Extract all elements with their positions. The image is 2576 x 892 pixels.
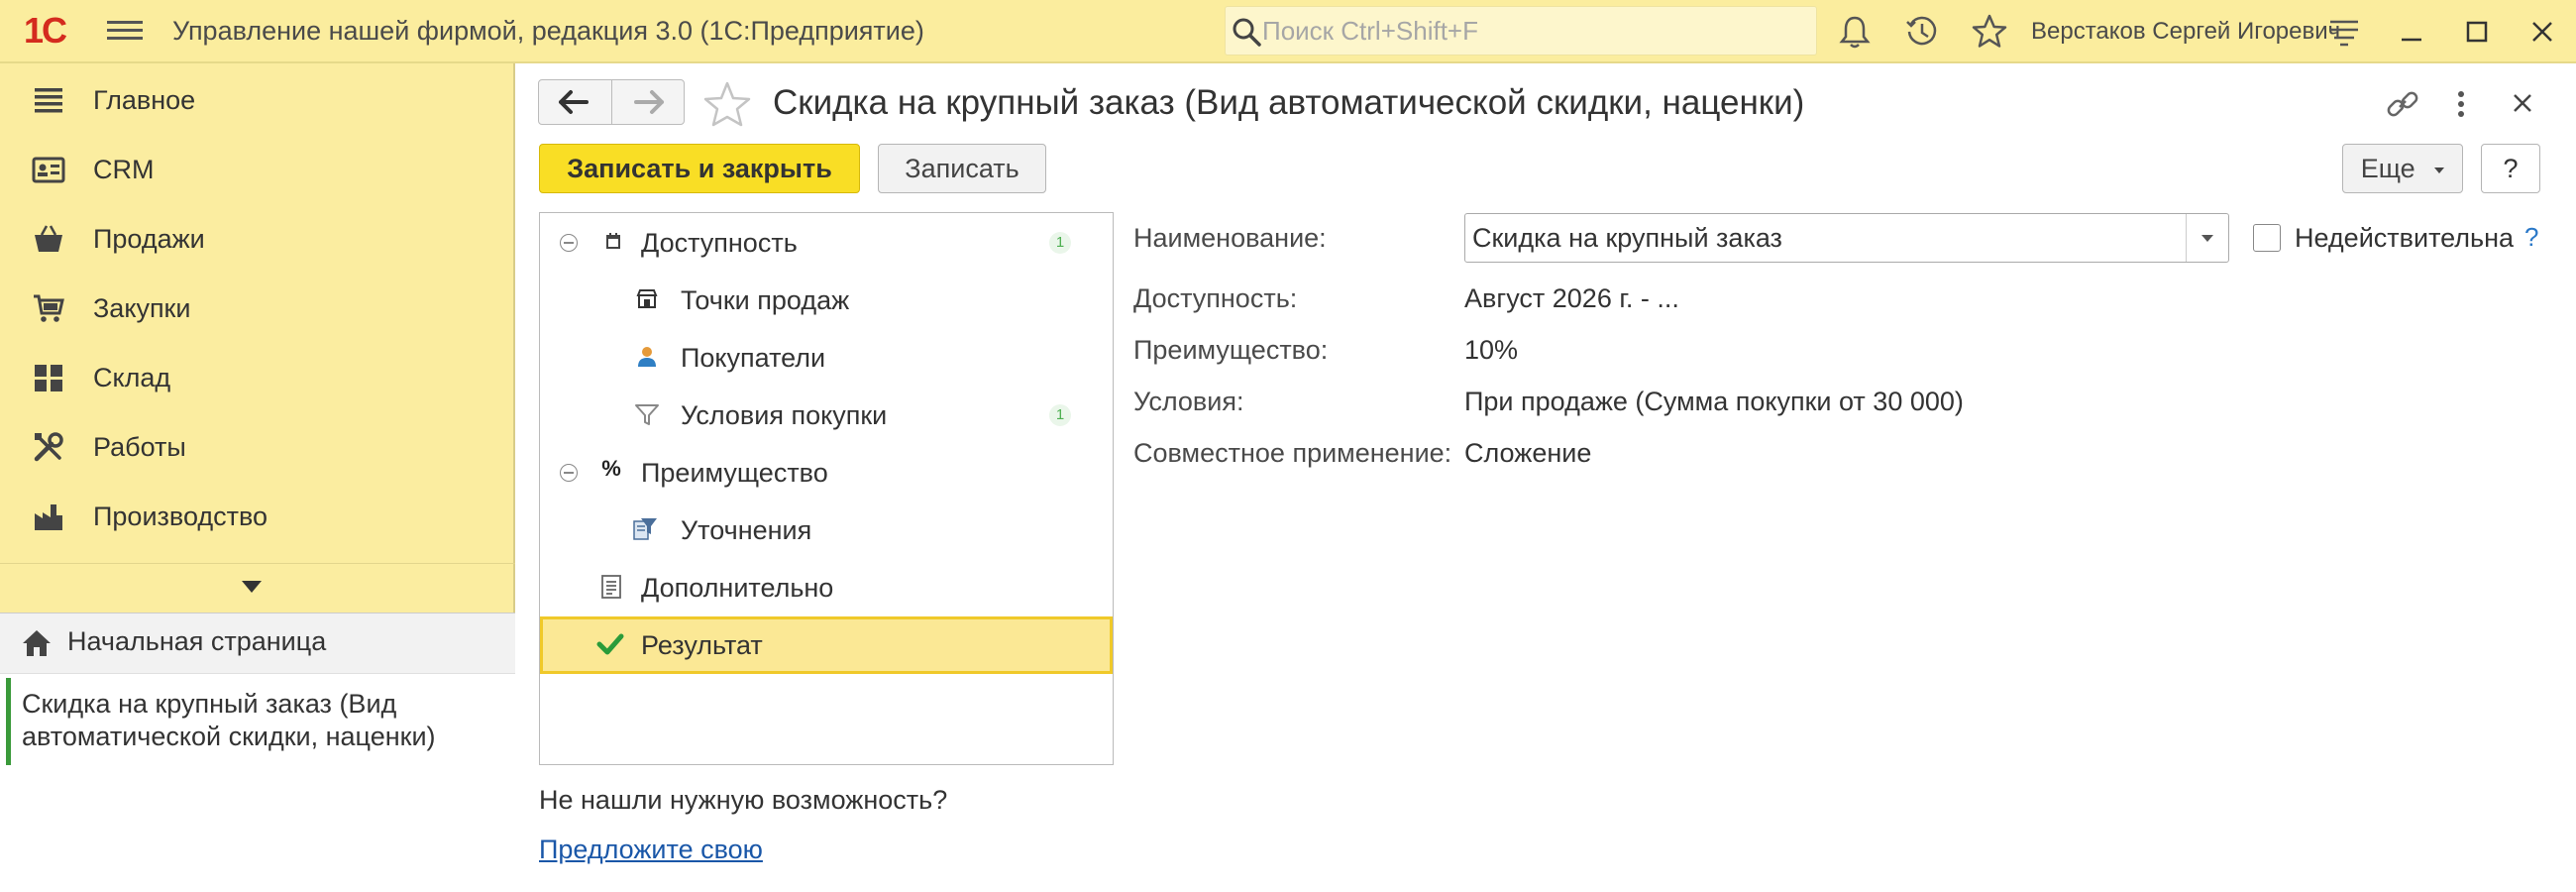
search-icon[interactable] xyxy=(1229,14,1264,50)
name-label: Наименование: xyxy=(1133,223,1327,253)
tree-item-result[interactable]: Результат xyxy=(540,616,1113,674)
conditions-label: Условия: xyxy=(1133,387,1244,416)
count-badge: 1 xyxy=(1049,232,1071,254)
tree-item-label: Дополнительно xyxy=(641,573,834,603)
minimize-icon[interactable] xyxy=(2392,12,2431,52)
availability-value: Август 2026 г. - ... xyxy=(1464,283,1679,313)
sidebar-item-main[interactable]: Главное xyxy=(0,65,515,135)
favorites-star-icon[interactable] xyxy=(1970,12,2009,52)
collapse-icon[interactable] xyxy=(560,464,578,482)
close-window-icon[interactable] xyxy=(2522,12,2562,52)
more-actions-button[interactable]: Еще xyxy=(2342,144,2463,193)
form-title: Скидка на крупный заказ (Вид автоматичес… xyxy=(773,83,1805,122)
back-arrow-icon[interactable] xyxy=(557,87,592,117)
sidebar-item-production[interactable]: Производство xyxy=(0,482,515,551)
calendar-icon xyxy=(606,233,620,249)
availability-label: Доступность: xyxy=(1133,283,1298,313)
dropdown-arrow-icon xyxy=(2201,235,2213,242)
tree-item-label: Уточнения xyxy=(681,515,812,545)
list-icon xyxy=(35,88,62,113)
forward-arrow-icon[interactable] xyxy=(630,87,666,117)
joint-application-value: Сложение xyxy=(1464,438,1592,468)
tree-item-points-of-sale[interactable]: Точки продаж xyxy=(540,272,1113,329)
tree-item-availability[interactable]: Доступность 1 xyxy=(540,214,1113,272)
sidebar-item-purchases[interactable]: Закупки xyxy=(0,274,515,343)
more-actions-label: Еще xyxy=(2360,154,2415,183)
factory-icon xyxy=(35,504,62,530)
sidebar-item-crm[interactable]: CRM xyxy=(0,135,515,204)
chevron-down-icon xyxy=(242,581,262,593)
sidebar-item-label: CRM xyxy=(93,155,155,184)
warehouse-icon xyxy=(35,365,62,391)
link-icon[interactable] xyxy=(2384,85,2421,123)
active-window-marker xyxy=(6,678,11,765)
favorite-star-icon[interactable] xyxy=(701,79,753,131)
person-icon xyxy=(638,347,656,367)
sidebar-item-label: Продажи xyxy=(93,224,205,254)
maximize-icon[interactable] xyxy=(2457,12,2497,52)
filter-icon xyxy=(635,404,659,425)
hint-text: Не нашли нужную возможность? xyxy=(539,785,948,815)
tree-item-label: Доступность xyxy=(641,228,798,258)
user-name[interactable]: Верстаков Сергей Игоревич xyxy=(2031,18,2340,46)
advantage-label: Преимущество: xyxy=(1133,335,1329,365)
suggest-feature-link[interactable]: Предложите свою xyxy=(539,835,763,865)
tree-item-label: Условия покупки xyxy=(681,400,888,430)
home-icon xyxy=(23,630,51,656)
history-icon[interactable] xyxy=(1902,12,1942,52)
bell-icon[interactable] xyxy=(1835,12,1875,52)
sidebar-item-label: Закупки xyxy=(93,293,191,323)
sidebar-item-label: Производство xyxy=(93,502,268,531)
tree-item-label: Результат xyxy=(641,630,763,660)
basket-icon xyxy=(35,225,62,252)
search-placeholder: Поиск Ctrl+Shift+F xyxy=(1262,16,1478,46)
help-tooltip-icon[interactable]: ? xyxy=(2524,222,2538,253)
main-menu-icon[interactable] xyxy=(107,16,143,46)
name-value: Скидка на крупный заказ xyxy=(1472,223,1782,253)
checkmark-icon xyxy=(596,633,624,655)
tree-item-advantage[interactable]: % Преимущество xyxy=(540,444,1113,502)
count-badge: 1 xyxy=(1049,404,1071,426)
percent-icon: % xyxy=(601,456,621,481)
cart-icon xyxy=(34,294,64,322)
tree-item-label: Покупатели xyxy=(681,343,826,373)
contact-card-icon xyxy=(32,157,65,183)
store-icon xyxy=(636,289,658,308)
tree-item-label: Преимущество xyxy=(641,458,828,488)
filter-document-icon xyxy=(633,518,657,540)
tree-item-refinements[interactable]: Уточнения xyxy=(540,502,1113,559)
sidebar-item-works[interactable]: Работы xyxy=(0,412,515,482)
collapse-icon[interactable] xyxy=(560,234,578,252)
open-window-tab[interactable]: Скидка на крупный заказ (Вид автоматичес… xyxy=(22,688,497,753)
tools-icon xyxy=(34,432,63,462)
sidebar-item-label: Главное xyxy=(93,85,196,115)
app-logo[interactable]: 1С xyxy=(24,10,67,52)
sidebar-item-label: Склад xyxy=(93,363,171,392)
tree-item-purchase-conditions[interactable]: Условия покупки 1 xyxy=(540,387,1113,444)
tree-item-label: Точки продаж xyxy=(681,285,850,315)
joint-application-label: Совместное применение: xyxy=(1133,438,1452,468)
more-vertical-icon[interactable] xyxy=(2449,85,2473,123)
advantage-value: 10% xyxy=(1464,335,1519,365)
save-and-close-button[interactable]: Записать и закрыть xyxy=(539,144,860,193)
sidebar-item-warehouse[interactable]: Склад xyxy=(0,343,515,412)
nav-separator xyxy=(611,80,612,124)
inactive-label: Недействительна xyxy=(2295,223,2514,253)
save-button[interactable]: Записать xyxy=(878,144,1046,193)
chevron-down-icon xyxy=(2434,167,2445,173)
tree-item-customers[interactable]: Покупатели xyxy=(540,329,1113,387)
tree-item-additional[interactable]: Дополнительно xyxy=(540,559,1113,616)
sidebar-item-sales[interactable]: Продажи xyxy=(0,204,515,274)
settings-menu-icon[interactable] xyxy=(2324,12,2364,52)
app-title: Управление нашей фирмой, редакция 3.0 (1… xyxy=(172,16,924,46)
sidebar-item-label: Работы xyxy=(93,432,186,462)
document-list-icon xyxy=(601,575,621,599)
home-page-label: Начальная страница xyxy=(67,626,327,656)
conditions-value: При продаже (Сумма покупки от 30 000) xyxy=(1464,387,1964,416)
help-button[interactable]: ? xyxy=(2481,144,2540,193)
close-icon[interactable] xyxy=(2507,87,2538,119)
inactive-checkbox[interactable] xyxy=(2253,224,2281,252)
